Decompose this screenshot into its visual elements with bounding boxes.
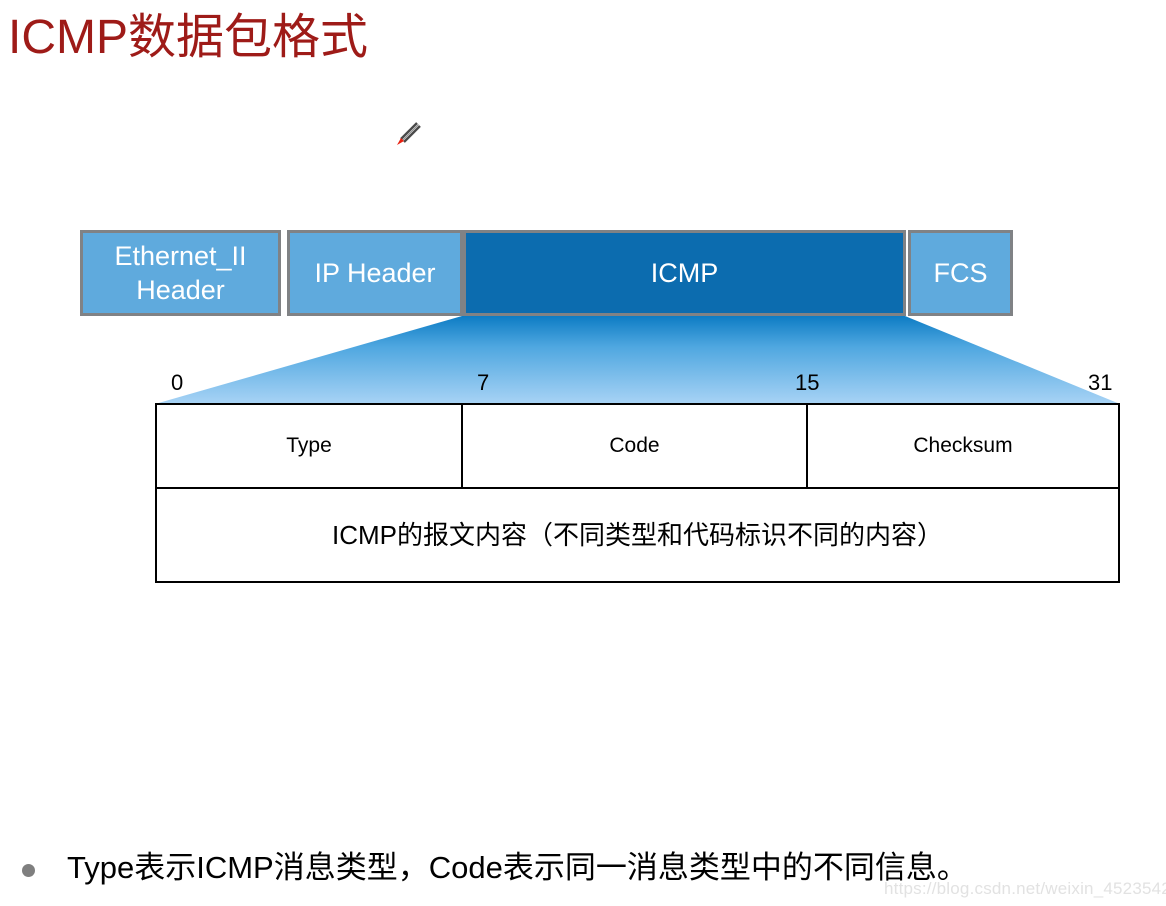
table-row-header-fields: Type Code Checksum: [157, 405, 1118, 489]
table-row-payload: ICMP的报文内容（不同类型和代码标识不同的内容）: [157, 489, 1118, 581]
frame-box-ethernet-header: Ethernet_II Header: [80, 230, 281, 316]
table-cell-checksum: Checksum: [913, 434, 1013, 457]
expansion-funnel: [155, 316, 1120, 404]
page-title: ICMP数据包格式: [8, 11, 369, 64]
watermark-url: https://blog.csdn.net/weixin_45235422: [884, 879, 1166, 898]
frame-box-icmp-label: ICMP: [650, 258, 719, 288]
frame-box-fcs: FCS: [908, 230, 1013, 316]
table-cell-code: Code: [463, 405, 808, 487]
frame-box-ip-header: IP Header: [287, 230, 463, 316]
bit-label-15: 15: [795, 370, 820, 395]
ethernet-frame-strip: Ethernet_II Header IP Header ICMP FCS: [80, 230, 1013, 316]
table-cell-payload: ICMP的报文内容（不同类型和代码标识不同的内容）: [331, 520, 943, 550]
frame-box-ethernet-header-line2: Header: [136, 275, 225, 305]
bullet-marker-icon: [22, 863, 35, 877]
frame-box-ethernet-header-line1: Ethernet_II: [114, 241, 247, 271]
bit-label-7: 7: [477, 370, 490, 395]
bit-label-0: 0: [171, 370, 184, 395]
pen-cursor-icon: [392, 118, 422, 148]
icmp-packet-format-table: Type Code Checksum ICMP的报文内容（不同类型和代码标识不同…: [155, 403, 1120, 583]
bit-label-31: 31: [1088, 370, 1113, 395]
frame-box-icmp: ICMP: [463, 230, 906, 316]
frame-box-ip-header-label: IP Header: [314, 258, 436, 288]
table-cell-type: Type: [157, 405, 463, 487]
bullet-text: Type表示ICMP消息类型，Code表示同一消息类型中的不同信息。: [67, 850, 968, 885]
frame-box-fcs-label: FCS: [933, 258, 988, 288]
